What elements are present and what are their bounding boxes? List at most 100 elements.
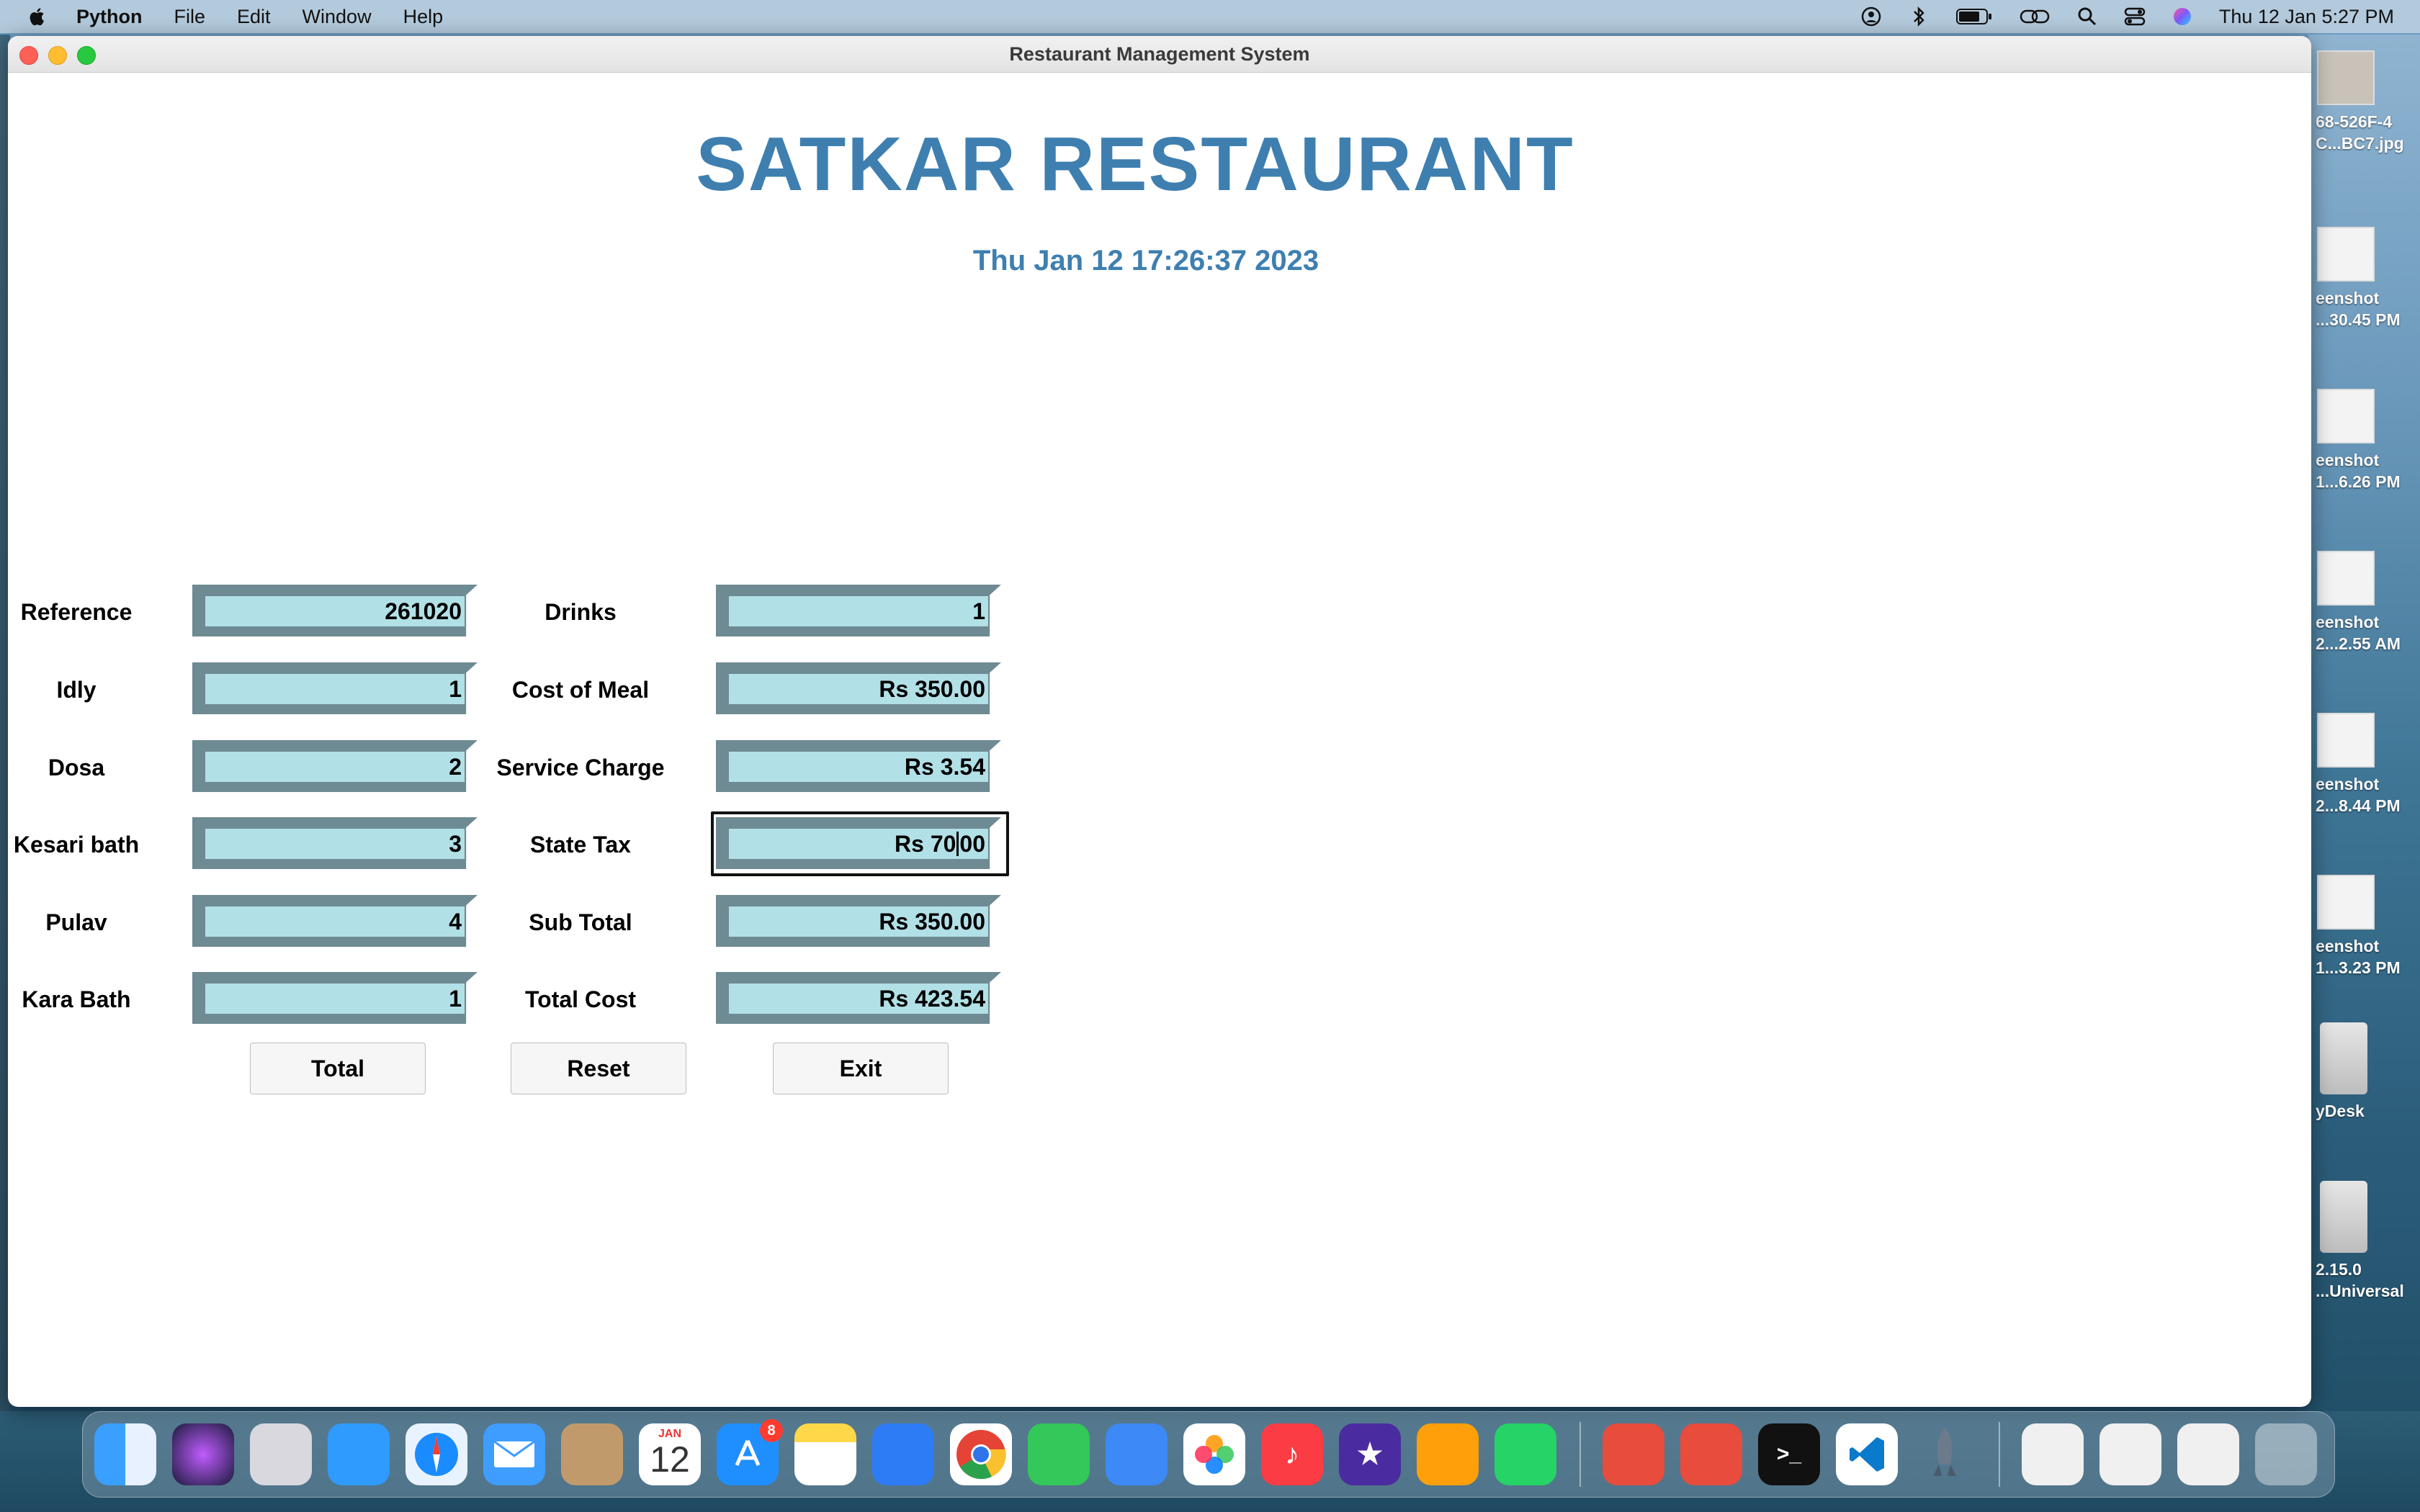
apple-icon[interactable] xyxy=(27,5,48,28)
link-icon[interactable] xyxy=(2019,6,2051,27)
service-charge-value: Rs 3.54 xyxy=(729,752,988,782)
text-cursor xyxy=(956,832,959,856)
app-window: Restaurant Management System SATKAR REST… xyxy=(8,36,2311,1407)
contacts-icon[interactable] xyxy=(561,1423,623,1485)
terminal-icon[interactable]: >_ xyxy=(1758,1423,1820,1485)
label-state-tax: State Tax xyxy=(530,832,631,858)
facetime-icon[interactable] xyxy=(1028,1423,1090,1485)
file-label: eenshot xyxy=(2316,451,2380,469)
file-label: eenshot xyxy=(2316,775,2380,793)
menu-window[interactable]: Window xyxy=(302,6,372,28)
battery-icon[interactable] xyxy=(1955,6,1993,27)
file-label: 2...8.44 PM xyxy=(2316,796,2401,815)
kara-bath-field[interactable]: 1 xyxy=(192,972,478,1024)
total-button[interactable]: Total xyxy=(250,1043,426,1094)
pulav-field[interactable]: 4 xyxy=(192,895,478,947)
drinks-value: 1 xyxy=(729,596,988,626)
recent-document-icon[interactable] xyxy=(2099,1423,2161,1485)
disk-label: ...Universal xyxy=(2316,1282,2404,1300)
menu-bar: Python File Edit Window Help Thu 12 Jan … xyxy=(0,0,2420,33)
disk-label: 2.15.0 xyxy=(2316,1260,2362,1279)
user-icon[interactable] xyxy=(1860,6,1882,27)
menu-app-python[interactable]: Python xyxy=(76,6,143,28)
label-sub-total: Sub Total xyxy=(529,909,632,935)
kesari-bath-field[interactable]: 3 xyxy=(192,817,478,869)
shareit-icon[interactable] xyxy=(328,1423,390,1485)
desktop-file[interactable]: eenshot 2...2.55 AM xyxy=(2316,551,2409,654)
file-label: eenshot xyxy=(2316,937,2380,955)
drinks-field[interactable]: 1 xyxy=(716,585,1001,636)
total-cost-field[interactable]: Rs 423.54 xyxy=(716,972,1001,1024)
desktop-file[interactable]: eenshot 2...8.44 PM xyxy=(2316,713,2409,816)
desktop-disk[interactable]: yDesk xyxy=(2316,1022,2409,1122)
music-icon[interactable]: ♪ xyxy=(1261,1423,1323,1485)
app-store-icon[interactable]: 8 xyxy=(717,1419,783,1485)
sub-total-field[interactable]: Rs 350.00 xyxy=(716,895,1001,947)
menu-help[interactable]: Help xyxy=(403,6,444,28)
window-title: Restaurant Management System xyxy=(1009,43,1310,65)
desktop-file[interactable]: eenshot 1...6.26 PM xyxy=(2316,389,2409,492)
finder-icon[interactable] xyxy=(94,1423,156,1485)
service-charge-field[interactable]: Rs 3.54 xyxy=(716,740,1001,792)
kara-bath-value: 1 xyxy=(205,984,465,1014)
mail-icon[interactable] xyxy=(483,1423,545,1485)
anydesk-icon[interactable] xyxy=(1603,1423,1664,1485)
recent-document-icon[interactable] xyxy=(2177,1423,2239,1485)
file-thumbnail xyxy=(2317,227,2375,282)
siri-icon[interactable] xyxy=(2172,6,2193,27)
bluetooth-icon[interactable] xyxy=(1908,6,1930,27)
menu-edit[interactable]: Edit xyxy=(237,6,271,28)
title-bar[interactable]: Restaurant Management System xyxy=(8,36,2311,73)
dock-separator xyxy=(1579,1422,1581,1487)
books-icon[interactable] xyxy=(1417,1423,1479,1485)
reference-field[interactable]: 261020 xyxy=(192,585,478,636)
sub-total-value: Rs 350.00 xyxy=(729,906,988,937)
trash-icon[interactable] xyxy=(2255,1423,2317,1485)
idly-field[interactable]: 1 xyxy=(192,662,478,714)
kesari-bath-value: 3 xyxy=(205,829,465,859)
menu-file[interactable]: File xyxy=(174,6,206,28)
recent-document-icon[interactable] xyxy=(2022,1423,2084,1485)
dock: JAN 12 8 ♪ ★ >_ xyxy=(82,1411,2335,1498)
siri-app-icon[interactable] xyxy=(172,1423,234,1485)
rocket-icon[interactable] xyxy=(1914,1423,1976,1485)
xcode-icon[interactable] xyxy=(872,1423,934,1485)
state-tax-value: Rs 70 00 xyxy=(729,829,988,859)
state-tax-field[interactable]: Rs 70 00 xyxy=(716,817,1001,869)
imovie-icon[interactable]: ★ xyxy=(1339,1423,1401,1485)
photos-icon[interactable] xyxy=(1183,1423,1245,1485)
chrome-icon[interactable] xyxy=(950,1423,1012,1485)
desktop-disk[interactable]: 2.15.0 ...Universal xyxy=(2316,1181,2409,1302)
desktop-file[interactable]: eenshot 1...3.23 PM xyxy=(2316,875,2409,978)
launchpad-icon[interactable] xyxy=(250,1423,312,1485)
file-thumbnail xyxy=(2317,875,2375,930)
cost-of-meal-field[interactable]: Rs 350.00 xyxy=(716,662,1001,714)
vscode-icon[interactable] xyxy=(1836,1423,1898,1485)
menu-clock[interactable]: Thu 12 Jan 5:27 PM xyxy=(2219,6,2394,28)
whatsapp-icon[interactable] xyxy=(1494,1423,1556,1485)
state-tax-text-before-cursor: Rs 70 xyxy=(895,830,956,857)
file-label: 2...2.55 AM xyxy=(2316,634,2401,653)
search-icon[interactable] xyxy=(2076,6,2098,27)
exit-button[interactable]: Exit xyxy=(773,1043,949,1094)
calendar-icon[interactable]: JAN 12 xyxy=(639,1423,701,1485)
app-store-badge: 8 xyxy=(760,1419,783,1442)
safari-icon[interactable] xyxy=(405,1423,467,1485)
total-cost-value: Rs 423.54 xyxy=(729,984,988,1014)
control-center-icon[interactable] xyxy=(2124,6,2146,27)
notes-icon[interactable] xyxy=(794,1423,856,1485)
file-label: 1...6.26 PM xyxy=(2316,472,2401,491)
file-thumbnail xyxy=(2317,389,2375,444)
restaurant-title: SATKAR RESTAURANT xyxy=(696,122,1574,207)
dosa-field[interactable]: 2 xyxy=(192,740,478,792)
label-reference: Reference xyxy=(20,599,133,625)
keynote-icon[interactable] xyxy=(1106,1423,1168,1485)
reset-button[interactable]: Reset xyxy=(511,1043,686,1094)
label-idly: Idly xyxy=(56,677,97,703)
label-cost-of-meal: Cost of Meal xyxy=(511,677,650,703)
desktop-file[interactable]: 68-526F-4 C...BC7.jpg xyxy=(2316,50,2409,154)
dosa-value: 2 xyxy=(205,752,465,782)
desktop-file[interactable]: eenshot ...30.45 PM xyxy=(2316,227,2409,330)
file-thumbnail xyxy=(2317,551,2375,606)
anydesk-installer-icon[interactable] xyxy=(1680,1423,1742,1485)
